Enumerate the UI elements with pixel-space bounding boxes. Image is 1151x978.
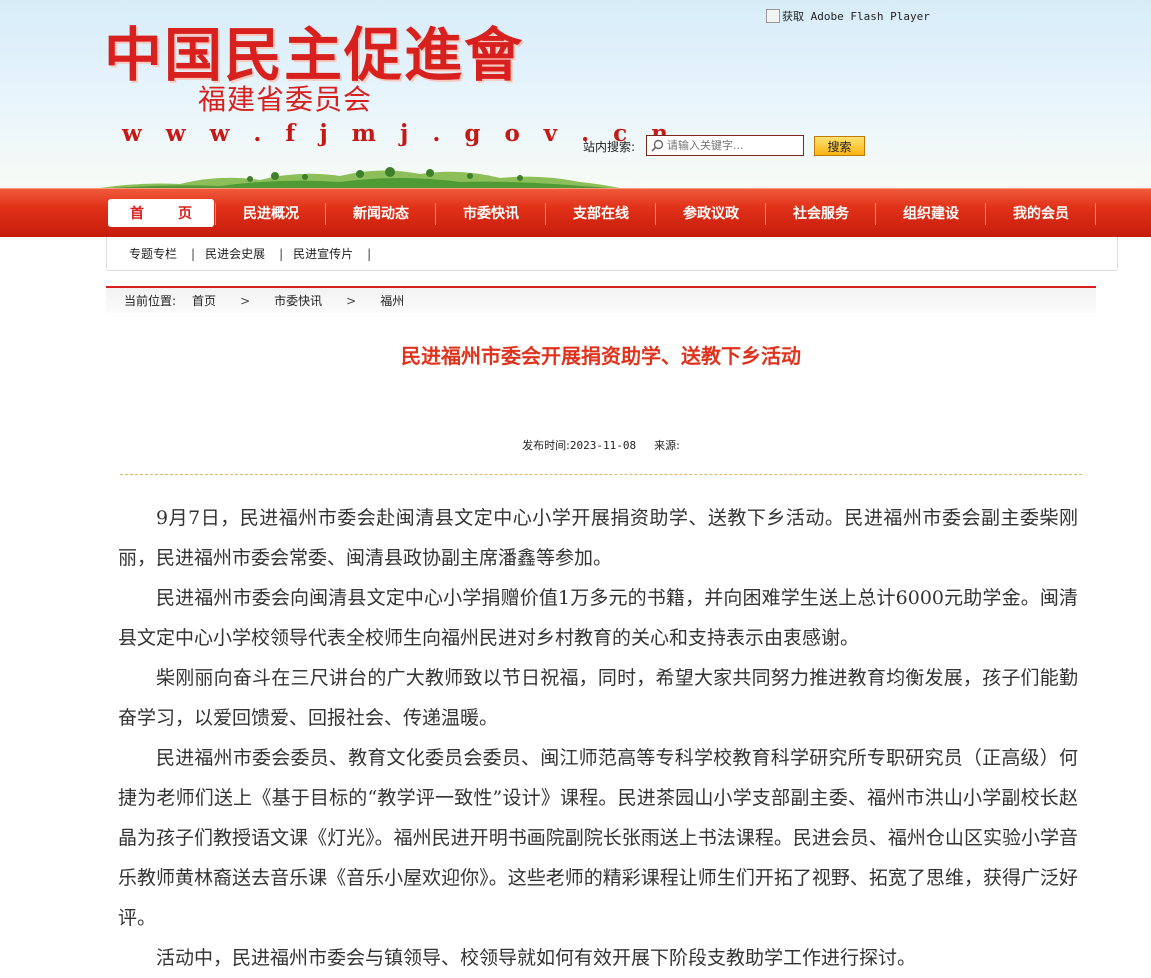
publish-label: 发布时间: <box>522 439 570 452</box>
site-header: 中国民主促進會 福建省委员会 w w w . f j m j . g o v .… <box>0 0 1151 188</box>
search-button[interactable]: 搜索 <box>814 136 865 156</box>
nav-item-social-service[interactable]: 社会服务 <box>766 189 876 237</box>
search-input[interactable] <box>667 139 797 152</box>
article-paragraph: 民进福州市委会向闽清县文定中心小学捐赠价值1万多元的书籍，并向困难学生送上总计6… <box>118 587 1078 649</box>
subnav-separator: | <box>367 246 372 261</box>
breadcrumb-fuzhou[interactable]: 福州 <box>380 292 404 309</box>
breadcrumb-prefix: 当前位置: <box>124 294 177 308</box>
article-paragraph: 民进福州市委会委员、教育文化委员会委员、闽江师范高等专科学校教育科学研究所专职研… <box>118 747 1078 929</box>
breadcrumb-city-news[interactable]: 市委快讯 <box>274 292 322 309</box>
nav-item-city-news[interactable]: 市委快讯 <box>436 189 546 237</box>
main-nav: 首 页 民进概况 新闻动态 市委快讯 支部在线 参政议政 社会服务 组织建设 我… <box>0 188 1151 237</box>
article-paragraph: 活动中，民进福州市委会与镇领导、校领导就如何有效开展下阶段支教助学工作进行探讨。 <box>156 947 917 969</box>
hills-decoration-icon <box>100 167 620 188</box>
publish-date: 2023-11-08 <box>569 439 637 452</box>
breadcrumb-home[interactable]: 首页 <box>192 292 216 309</box>
article-body: 9月7日，民进福州市委会赴闽清县文定中心小学开展捐资助学、送教下乡活动。民进福州… <box>118 498 1078 978</box>
nav-item-branch-online[interactable]: 支部在线 <box>546 189 656 237</box>
flash-player-link[interactable]: 获取 Adobe Flash Player <box>766 8 930 24</box>
subnav-separator: | <box>191 246 196 261</box>
broken-image-icon <box>766 9 780 23</box>
search-icon <box>651 139 664 152</box>
nav-item-organization[interactable]: 组织建设 <box>876 189 986 237</box>
search-label: 站内搜索: <box>583 140 636 154</box>
nav-item-overview[interactable]: 民进概况 <box>216 189 326 237</box>
subnav-separator: | <box>279 246 284 261</box>
article-paragraph: 9月7日，民进福州市委会赴闽清县文定中心小学开展捐资助学、送教下乡活动。民进福州… <box>118 507 1078 569</box>
subnav-item-topics[interactable]: 专题专栏 <box>129 245 177 262</box>
nav-item-politics[interactable]: 参政议政 <box>656 189 766 237</box>
breadcrumb: 当前位置: 首页 > 市委快讯 > 福州 <box>106 286 1096 313</box>
nav-item-home[interactable]: 首 页 <box>106 189 216 237</box>
breadcrumb-arrow: > <box>346 293 357 308</box>
subnav-item-history[interactable]: 民进会史展 <box>205 245 265 262</box>
sub-nav: 专题专栏 | 民进会史展 | 民进宣传片 | <box>106 237 1118 271</box>
logo-subtitle: 福建省委员会 <box>198 83 373 116</box>
article-title: 民进福州市委会开展捐资助学、送教下乡活动 <box>401 344 801 368</box>
search-field[interactable] <box>646 135 804 156</box>
flash-player-text: 获取 Adobe Flash Player <box>782 10 930 23</box>
subnav-item-promo-video[interactable]: 民进宣传片 <box>293 245 353 262</box>
article-divider <box>120 474 1082 475</box>
source-label: 来源: <box>654 439 680 452</box>
article-paragraph: 柴刚丽向奋斗在三尺讲台的广大教师致以节日祝福，同时，希望大家共同努力推进教育均衡… <box>118 667 1078 729</box>
nav-item-news[interactable]: 新闻动态 <box>326 189 436 237</box>
nav-item-members[interactable]: 我的会员 <box>986 189 1096 237</box>
breadcrumb-arrow: > <box>240 293 251 308</box>
article-meta: 发布时间:2023-11-08 来源: <box>106 437 1096 453</box>
